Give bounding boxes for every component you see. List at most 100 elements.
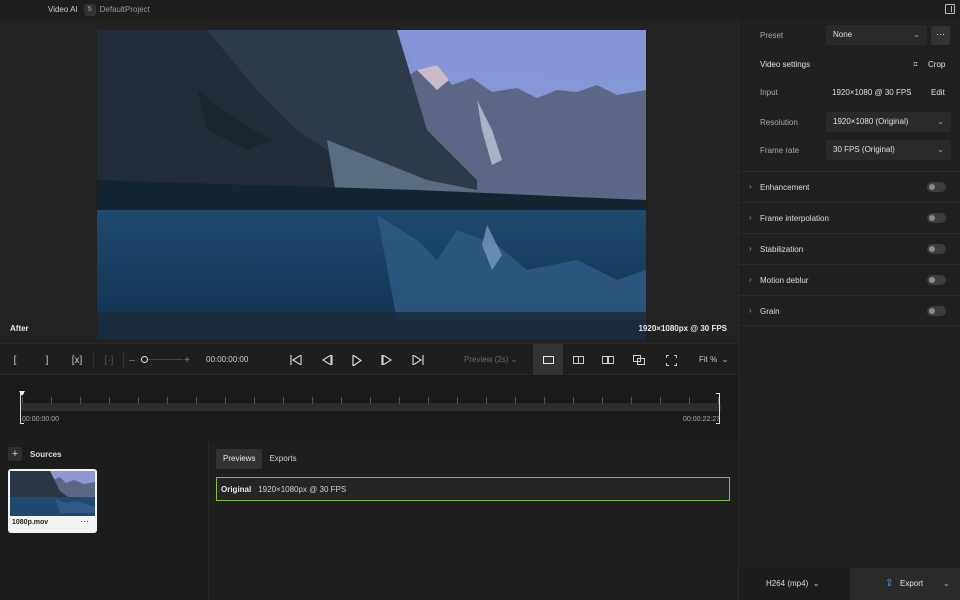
project-name[interactable]: DefaultProject xyxy=(100,5,150,14)
preview-duration-label: Preview (2s) xyxy=(464,355,509,364)
play-icon[interactable] xyxy=(348,344,366,376)
timeline-tick xyxy=(167,397,168,404)
section-motion-deblur[interactable]: › Motion deblur xyxy=(739,264,960,295)
compare-icon[interactable] xyxy=(631,344,647,376)
project-count-badge[interactable]: 5 xyxy=(83,3,96,16)
timeline-end-time: 00:00:22:27 xyxy=(683,416,720,423)
clear-marks-icon[interactable]: [x] xyxy=(68,344,86,376)
timeline[interactable]: 00:00:00:00 00:00:22:27 xyxy=(0,375,738,441)
preset-value: None xyxy=(833,30,853,39)
timeline-tick xyxy=(486,397,487,404)
timeline-tick xyxy=(573,397,574,404)
tab-exports[interactable]: Exports xyxy=(262,449,303,469)
single-view-icon[interactable] xyxy=(540,344,556,376)
side-by-side-icon[interactable] xyxy=(600,344,616,376)
crop-icon[interactable]: ⌗ xyxy=(913,59,918,70)
panel-toggle-icon[interactable] xyxy=(945,4,955,14)
section-name: Motion deblur xyxy=(760,276,809,285)
section-name: Frame interpolation xyxy=(760,214,829,223)
crop-button[interactable]: Crop xyxy=(928,60,945,69)
resolution-select[interactable]: 1920×1080 (Original) ⌄ xyxy=(826,112,951,132)
preview-row[interactable]: Original 1920×1080px @ 30 FPS xyxy=(216,477,730,501)
preview-duration-dropdown[interactable]: Preview (2s) ⌄ xyxy=(464,355,517,364)
timeline-track[interactable] xyxy=(21,403,721,411)
section-frame-interpolation[interactable]: › Frame interpolation xyxy=(739,202,960,233)
next-keyframe-icon[interactable] xyxy=(409,344,427,376)
zoom-in-icon[interactable]: + xyxy=(182,344,192,376)
timeline-tick xyxy=(544,397,545,404)
timeline-tick xyxy=(225,397,226,404)
section-grain[interactable]: › Grain xyxy=(739,295,960,326)
zoom-level: Fit % xyxy=(699,355,718,364)
preview-row-label: Original xyxy=(221,484,252,494)
sources-panel: + Sources 1080p.mov ··· xyxy=(0,441,209,600)
playhead[interactable] xyxy=(19,391,25,396)
sources-title: Sources xyxy=(30,450,62,459)
section-stabilization[interactable]: › Stabilization xyxy=(739,233,960,264)
mark-in-icon[interactable]: [ xyxy=(8,344,22,376)
timeline-tick xyxy=(80,397,81,404)
timeline-tick xyxy=(341,397,342,404)
stabilization-toggle[interactable] xyxy=(927,244,946,254)
source-card[interactable]: 1080p.mov ··· xyxy=(8,469,97,533)
app-name: Video AI xyxy=(48,5,78,14)
step-back-icon[interactable] xyxy=(318,344,336,376)
more-options-icon[interactable]: ··· xyxy=(80,516,89,526)
tab-previews[interactable]: Previews xyxy=(216,449,263,469)
grain-toggle[interactable] xyxy=(927,306,946,316)
split-view-icon[interactable] xyxy=(570,344,586,376)
timeline-tick xyxy=(602,397,603,404)
zoom-dropdown[interactable]: Fit % ⌄ xyxy=(699,355,728,364)
add-source-button[interactable]: + xyxy=(8,447,22,461)
chevron-down-icon: ⌄ xyxy=(913,30,920,39)
export-bar: H264 (mp4) ⌄ ⇪ Export ⌄ xyxy=(738,568,960,600)
playback-toolbar: [ ] [x] [·] – + 00:00:00:00 Preview (2s)… xyxy=(0,343,738,375)
section-enhancement[interactable]: › Enhancement xyxy=(739,171,960,202)
source-file-name: 1080p.mov xyxy=(12,519,49,526)
step-forward-icon[interactable] xyxy=(378,344,396,376)
timeline-tick xyxy=(689,397,690,404)
timeline-tick xyxy=(370,397,371,404)
timeline-tick xyxy=(254,397,255,404)
view-mode-label: After xyxy=(10,324,29,333)
section-name: Grain xyxy=(760,307,780,316)
export-label: Export xyxy=(900,579,924,588)
timeline-tick xyxy=(196,397,197,404)
export-button[interactable]: ⇪ Export ⌄ xyxy=(850,568,960,600)
preset-select[interactable]: None ⌄ xyxy=(826,25,927,45)
preset-more-button[interactable]: ··· xyxy=(931,26,950,45)
landscape-image xyxy=(97,30,646,340)
motion-deblur-toggle[interactable] xyxy=(927,275,946,285)
chevron-right-icon: › xyxy=(749,244,752,253)
fullscreen-icon[interactable] xyxy=(663,344,679,376)
input-edit-button[interactable]: Edit xyxy=(931,88,945,97)
resolution-value: 1920×1080 (Original) xyxy=(833,117,909,126)
timeline-tick xyxy=(283,397,284,404)
previews-tabs: Previews Exports xyxy=(216,449,304,469)
settings-panel: Preset None ⌄ ··· Video settings ⌗ Crop … xyxy=(738,19,960,568)
zoom-slider-knob[interactable] xyxy=(141,356,148,363)
timeline-tick xyxy=(428,397,429,404)
codec-value: H264 (mp4) xyxy=(766,579,809,588)
input-value: 1920×1080 @ 30 FPS xyxy=(832,88,912,97)
current-timecode[interactable]: 00:00:00:00 xyxy=(206,355,248,364)
previews-panel: Previews Exports Original 1920×1080px @ … xyxy=(209,441,738,600)
zoom-out-icon[interactable]: – xyxy=(127,344,137,376)
chevron-right-icon: › xyxy=(749,306,752,315)
input-label: Input xyxy=(760,88,778,97)
timeline-start-time: 00:00:00:00 xyxy=(22,416,59,423)
codec-dropdown[interactable]: H264 (mp4) ⌄ xyxy=(766,579,819,588)
divider xyxy=(93,352,94,368)
frame-interpolation-toggle[interactable] xyxy=(927,213,946,223)
enhancement-toggle[interactable] xyxy=(927,182,946,192)
prev-keyframe-icon[interactable] xyxy=(287,344,305,376)
frame-rate-select[interactable]: 30 FPS (Original) ⌄ xyxy=(826,140,951,160)
output-resolution-label: 1920×1080px @ 30 FPS xyxy=(638,324,727,333)
timeline-tick xyxy=(51,397,52,404)
timeline-tick xyxy=(312,397,313,404)
mark-out-icon[interactable]: ] xyxy=(40,344,54,376)
chevron-right-icon: › xyxy=(749,213,752,222)
frame-rate-label: Frame rate xyxy=(760,146,800,155)
frame-rate-value: 30 FPS (Original) xyxy=(833,145,895,154)
chevron-down-icon[interactable]: ⌄ xyxy=(943,579,950,588)
